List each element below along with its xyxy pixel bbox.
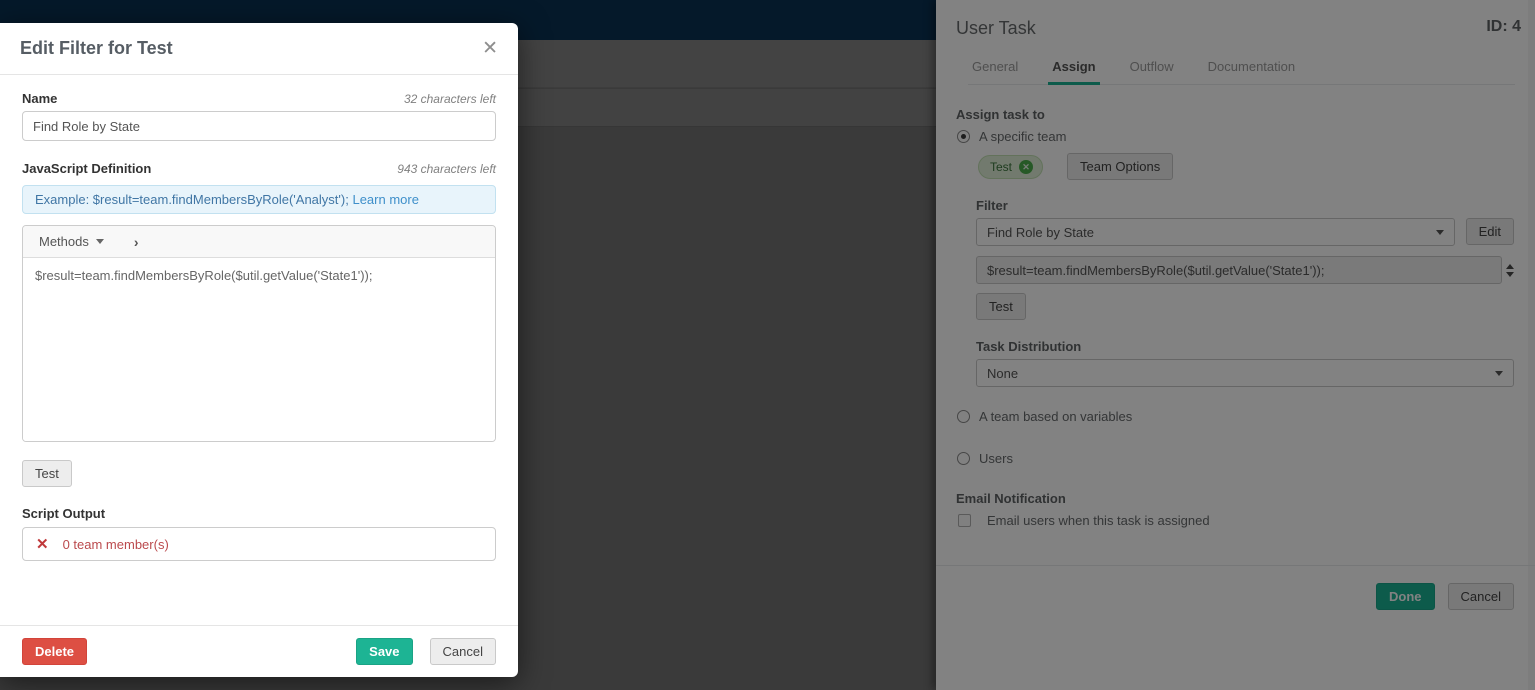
edit-filter-modal: Edit Filter for Test ✕ Name 32 character… (0, 23, 518, 677)
close-icon[interactable]: ✕ (482, 39, 498, 58)
modal-cancel-button[interactable]: Cancel (429, 638, 496, 665)
modal-backdrop (936, 0, 1535, 690)
learn-more-link[interactable]: Learn more (352, 192, 418, 207)
modal-test-button[interactable]: Test (22, 460, 72, 487)
script-editor: Methods › $result=team.findMembersByRole… (22, 225, 496, 442)
script-output-label: Script Output (22, 506, 106, 521)
script-code-area[interactable]: $result=team.findMembersByRole($util.get… (23, 258, 495, 441)
modal-footer: Delete Save Cancel (0, 625, 518, 677)
name-label: Name (22, 91, 58, 106)
methods-dropdown[interactable]: Methods (39, 234, 104, 249)
delete-button[interactable]: Delete (22, 638, 88, 665)
example-text: Example: $result=team.findMembersByRole(… (35, 192, 349, 207)
modal-footer-right: Save Cancel (356, 638, 496, 665)
modal-header: Edit Filter for Test ✕ (0, 23, 518, 75)
chevron-right-icon[interactable]: › (134, 234, 139, 250)
filter-name-input[interactable] (22, 111, 496, 141)
modal-title: Edit Filter for Test (20, 38, 173, 58)
script-output-label-row: Script Output (22, 506, 496, 521)
name-label-row: Name 32 characters left (22, 91, 496, 106)
error-x-icon: ✕ (36, 535, 49, 553)
js-definition-label: JavaScript Definition (22, 161, 152, 176)
js-chars-counter: 943 characters left (397, 162, 496, 176)
caret-down-icon (95, 239, 104, 244)
script-output-value: 0 team member(s) (62, 536, 169, 552)
methods-dropdown-label: Methods (39, 234, 89, 249)
name-chars-counter: 32 characters left (403, 92, 496, 106)
script-output-box: ✕ 0 team member(s) (22, 527, 496, 561)
js-label-row: JavaScript Definition 943 characters lef… (22, 161, 496, 176)
save-button[interactable]: Save (356, 638, 413, 665)
editor-toolbar: Methods › (23, 226, 495, 258)
user-task-panel: User Task ID: 4 General Assign Outflow D… (936, 0, 1535, 690)
modal-body: Name 32 characters left JavaScript Defin… (0, 75, 518, 561)
example-hint: Example: $result=team.findMembersByRole(… (22, 185, 496, 214)
